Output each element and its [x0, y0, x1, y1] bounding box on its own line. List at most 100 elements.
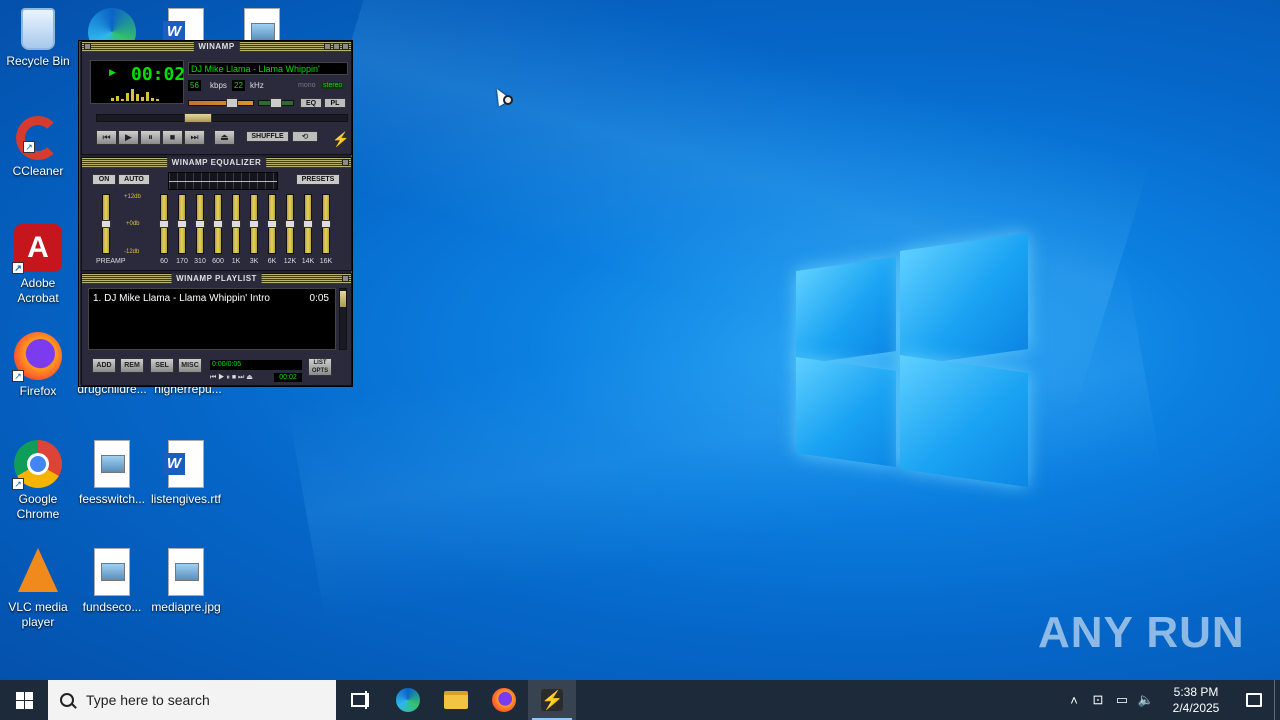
mono-indicator: mono [298, 82, 316, 89]
eq-band-slider[interactable] [267, 194, 277, 254]
taskbar-edge[interactable] [384, 680, 432, 720]
clock-date: 2/4/2025 [1172, 701, 1220, 715]
desktop-icon-recycle-bin[interactable]: Recycle Bin [0, 8, 76, 69]
show-desktop-button[interactable] [1274, 680, 1280, 720]
playlist-add-button[interactable]: ADD [92, 358, 116, 373]
visualizer[interactable] [111, 89, 181, 101]
winamp-window[interactable]: WINAMP ▶ 00:02 DJ Mike Llama - Llama Whi… [78, 40, 353, 387]
action-center-button[interactable] [1234, 680, 1274, 720]
playlist-misc-button[interactable]: MISC [178, 358, 202, 373]
volume-knob[interactable] [226, 98, 238, 108]
desktop-icon-feesswitch[interactable]: feesswitch... [74, 440, 150, 507]
folder-icon [444, 691, 468, 709]
winamp-main-panel: WINAMP ▶ 00:02 DJ Mike Llama - Llama Whi… [81, 41, 352, 155]
eq-band-slider[interactable] [249, 194, 259, 254]
playlist-mini-controls[interactable]: ⏮ ▶ ⏸ ■ ⏭ ⏏ [210, 373, 253, 382]
taskbar-file-explorer[interactable] [432, 680, 480, 720]
system-tray: ˄ ⊡ ▭ 🔈 5:38 PM 2/4/2025 [1062, 680, 1280, 720]
eq-band-slider[interactable] [285, 194, 295, 254]
playlist-entry[interactable]: 1. DJ Mike Llama - Llama Whippin' Intro … [93, 293, 329, 304]
eq-band-slider[interactable] [177, 194, 187, 254]
eq-band-slider[interactable] [231, 194, 241, 254]
seek-knob[interactable] [184, 113, 212, 123]
desktop-icon-google-chrome[interactable]: ↗ Google Chrome [0, 440, 76, 522]
previous-button[interactable]: ⏮ [96, 130, 117, 145]
desktop-icon-mediapre[interactable]: mediapre.jpg [148, 548, 224, 615]
taskbar-clock[interactable]: 5:38 PM 2/4/2025 [1158, 684, 1234, 716]
stereo-indicator: stereo [322, 82, 344, 89]
next-button[interactable]: ⏭ [184, 130, 205, 145]
volume-icon[interactable]: 🔈 [1134, 692, 1158, 708]
search-placeholder: Type here to search [86, 692, 210, 708]
clock-time: 5:38 PM [1173, 685, 1219, 699]
desktop-icon-vlc[interactable]: VLC media player [0, 548, 76, 630]
eq-band-slider[interactable] [195, 194, 205, 254]
winamp-titlebar[interactable]: WINAMP [82, 41, 351, 52]
eq-presets-button[interactable]: PRESETS [296, 174, 340, 185]
eq-band-slider[interactable] [159, 194, 169, 254]
playlist-rem-button[interactable]: REM [120, 358, 144, 373]
taskbar-search-box[interactable]: Type here to search [48, 680, 336, 720]
seek-bar[interactable] [96, 114, 348, 122]
list-opts-button[interactable]: LIST OPTS [308, 358, 332, 376]
eject-button[interactable]: ⏏ [214, 130, 235, 145]
playlist-titlebar[interactable]: WINAMP PLAYLIST [82, 273, 351, 284]
busy-cursor-icon [503, 95, 513, 105]
winamp-logo-icon[interactable]: ⚡ [332, 131, 349, 148]
desktop-icon-ccleaner[interactable]: ↗ CCleaner [0, 116, 76, 179]
volume-slider[interactable] [188, 100, 254, 106]
notification-icon [1246, 693, 1262, 707]
desktop-icon-listengives[interactable]: W listengives.rtf [148, 440, 224, 507]
time-display[interactable]: ▶ 00:02 [90, 60, 185, 104]
equalizer-titlebar[interactable]: WINAMP EQUALIZER [82, 157, 351, 168]
preamp-slider[interactable] [101, 194, 111, 254]
image-file-icon [94, 440, 130, 488]
playlist-toggle-button[interactable]: PL [324, 98, 346, 108]
playlist-mini-time: 00:02 [274, 373, 302, 382]
bitrate-value: 56 [188, 80, 201, 91]
repeat-button[interactable]: ⟲ [292, 131, 318, 142]
winamp-close-button[interactable] [342, 43, 349, 50]
playlist-sel-button[interactable]: SEL [150, 358, 174, 373]
chevron-up-icon[interactable]: ˄ [1062, 693, 1086, 708]
start-button[interactable] [0, 680, 48, 720]
task-view-icon [351, 691, 369, 709]
eq-band-label: 6K [267, 258, 277, 265]
eq-toggle-button[interactable]: EQ [300, 98, 322, 108]
shuffle-button[interactable]: SHUFFLE [246, 131, 289, 142]
playlist-close-button[interactable] [342, 275, 349, 282]
balance-knob[interactable] [270, 98, 282, 108]
task-view-button[interactable] [336, 680, 384, 720]
eq-band-label: 16K [319, 258, 333, 265]
stop-button[interactable]: ■ [162, 130, 183, 145]
meet-now-icon[interactable]: ⊡ [1086, 692, 1110, 708]
taskbar-firefox[interactable] [480, 680, 528, 720]
winamp-shade-button[interactable] [333, 43, 340, 50]
desktop-icon-adobe-acrobat[interactable]: A ↗ Adobe Acrobat [0, 224, 76, 306]
db-bottom-label: -12db [124, 249, 140, 255]
eq-graph [168, 172, 278, 190]
winamp-menu-button[interactable] [84, 43, 91, 50]
desktop-icon-fundseco[interactable]: fundseco... [74, 548, 150, 615]
playlist-list[interactable]: 1. DJ Mike Llama - Llama Whippin' Intro … [88, 288, 336, 350]
eq-band-slider[interactable] [321, 194, 331, 254]
playlist-scrollbar[interactable] [339, 288, 347, 350]
eq-auto-button[interactable]: AUTO [118, 174, 150, 185]
play-button[interactable]: ▶ [118, 130, 139, 145]
chrome-icon: ↗ [12, 440, 62, 490]
winamp-minimize-button[interactable] [324, 43, 331, 50]
song-title-ticker[interactable]: DJ Mike Llama - Llama Whippin' [188, 62, 348, 75]
eq-band-slider[interactable] [213, 194, 223, 254]
equalizer-panel: WINAMP EQUALIZER ON AUTO PRESETS +12db +… [81, 157, 352, 271]
search-icon [60, 693, 74, 707]
eq-on-button[interactable]: ON [92, 174, 116, 185]
samplerate-label: kHz [250, 81, 264, 90]
network-icon[interactable]: ▭ [1110, 692, 1134, 708]
pause-button[interactable]: ⏸ [140, 130, 161, 145]
desktop-icon-firefox[interactable]: ↗ Firefox [0, 332, 76, 399]
equalizer-close-button[interactable] [342, 159, 349, 166]
taskbar-winamp[interactable]: ⚡ [528, 680, 576, 720]
eq-band-slider[interactable] [303, 194, 313, 254]
bitrate-label: kbps [210, 81, 227, 90]
eq-band-label: 12K [283, 258, 297, 265]
